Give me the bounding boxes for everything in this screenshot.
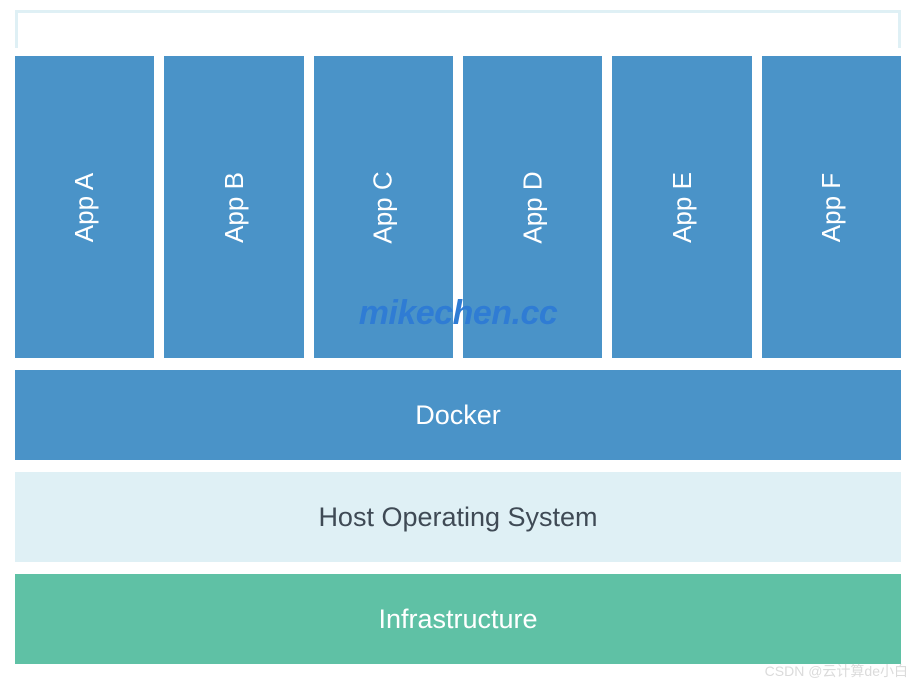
- infrastructure-label: Infrastructure: [378, 604, 537, 635]
- app-label: App E: [666, 172, 697, 243]
- host-os-label: Host Operating System: [318, 502, 597, 533]
- app-box-b: App B: [164, 56, 303, 358]
- app-label: App C: [368, 171, 399, 243]
- apps-row: App A App B App C App D App E App F: [15, 56, 901, 358]
- app-box-f: App F: [762, 56, 901, 358]
- top-grouping-bracket: [15, 10, 901, 48]
- app-label: App A: [69, 172, 100, 241]
- app-box-a: App A: [15, 56, 154, 358]
- infrastructure-layer: Infrastructure: [15, 574, 901, 664]
- app-box-c: App C: [314, 56, 453, 358]
- app-box-d: App D: [463, 56, 602, 358]
- host-os-layer: Host Operating System: [15, 472, 901, 562]
- diagram-container: App A App B App C App D App E App F Dock…: [0, 0, 916, 664]
- docker-layer: Docker: [15, 370, 901, 460]
- app-label: App F: [816, 172, 847, 241]
- watermark-bottom: CSDN @云计算de小白: [765, 661, 908, 681]
- app-box-e: App E: [612, 56, 751, 358]
- app-label: App D: [517, 171, 548, 243]
- docker-label: Docker: [415, 400, 501, 431]
- app-label: App B: [218, 172, 249, 243]
